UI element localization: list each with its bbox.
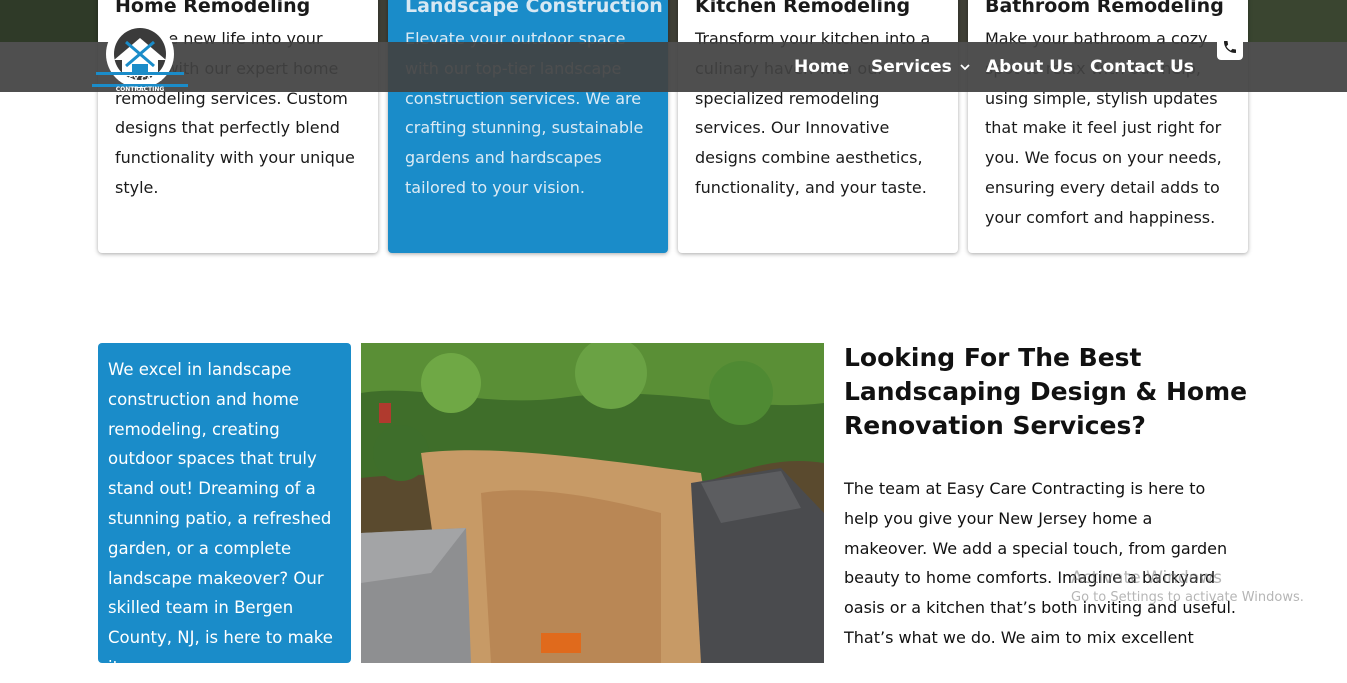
nav-item-services[interactable]: Services	[871, 42, 970, 92]
nav-item-contact-us[interactable]: Contact Us	[1090, 42, 1194, 92]
intro-callout-text: We excel in landscape construction and h…	[108, 360, 333, 677]
service-card-landscape-construction[interactable]: Landscape Construction Elevate your outd…	[388, 0, 668, 253]
nav-link-contact-us[interactable]: Contact Us	[1090, 57, 1194, 77]
card-title: Home Remodeling	[115, 0, 311, 17]
nav-link-home[interactable]: Home	[794, 57, 849, 77]
logo[interactable]: EASY CARE CONTRACTING	[92, 18, 188, 96]
nav-link-about-us[interactable]: About Us	[986, 57, 1073, 77]
section-heading: Looking For The Best Landscaping Design …	[844, 343, 1248, 440]
section-body-text: The team at Easy Care Contracting is her…	[844, 479, 1236, 647]
service-card-kitchen-remodeling[interactable]: Kitchen Remodeling Transform your kitche…	[678, 0, 958, 253]
logo-text-line2: CONTRACTING	[116, 86, 165, 93]
chevron-down-icon[interactable]	[960, 60, 970, 74]
nav-item-about-us[interactable]: About Us	[986, 42, 1073, 92]
card-title: Kitchen Remodeling	[695, 0, 911, 17]
logo-text-line1: EASY CARE	[118, 75, 162, 83]
intro-callout: We excel in landscape construction and h…	[98, 343, 351, 677]
site-header: EASY CARE CONTRACTING Home Services Abou…	[0, 20, 1347, 93]
service-card-bathroom-remodeling[interactable]: Bathroom Remodeling Make your bathroom a…	[968, 0, 1248, 253]
phone-icon[interactable]	[1217, 34, 1243, 60]
nav-link-services[interactable]: Services	[871, 57, 952, 77]
card-title: Landscape Construction	[405, 0, 663, 17]
aerial-construction-photo	[361, 343, 824, 663]
card-title: Bathroom Remodeling	[985, 0, 1224, 17]
nav-item-home[interactable]: Home	[794, 42, 849, 92]
